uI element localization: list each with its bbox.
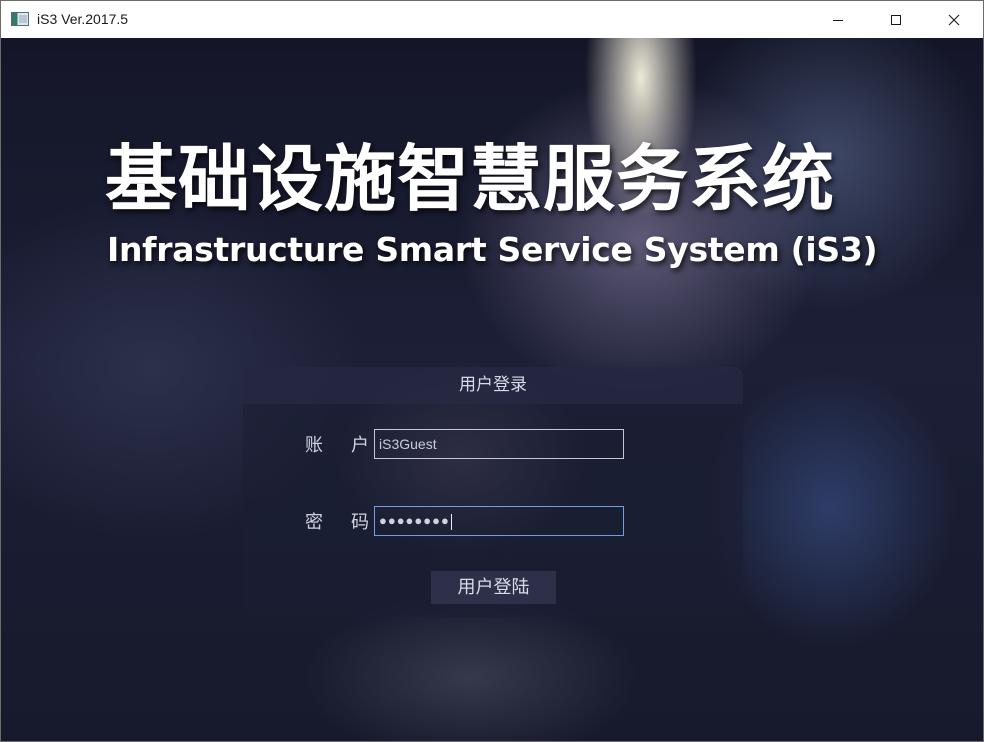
account-input-value: iS3Guest xyxy=(379,436,437,452)
app-window: iS3 Ver.2017.5 基础设施智慧服务系统 Infrastructure… xyxy=(0,0,984,742)
account-label-char-2: 户 xyxy=(351,435,369,456)
password-input[interactable]: ●●●●●●●● xyxy=(374,506,624,536)
background-tunnel-image: 基础设施智慧服务系统 Infrastructure Smart Service … xyxy=(1,38,983,741)
app-icon xyxy=(11,12,29,26)
password-label-char-2: 码 xyxy=(351,512,369,533)
login-panel-header: 用户登录 xyxy=(243,367,743,404)
text-caret xyxy=(450,513,452,530)
title-bar[interactable]: iS3 Ver.2017.5 xyxy=(1,1,983,38)
account-input[interactable]: iS3Guest xyxy=(374,429,624,459)
login-button[interactable]: 用户登陆 xyxy=(431,571,556,604)
login-panel-title: 用户登录 xyxy=(459,375,527,395)
close-button[interactable] xyxy=(925,1,983,38)
system-title-chinese: 基础设施智慧服务系统 xyxy=(105,137,836,221)
account-label-char-1: 账 xyxy=(305,435,323,456)
window-title: iS3 Ver.2017.5 xyxy=(37,11,129,27)
maximize-icon xyxy=(891,14,901,25)
minimize-icon xyxy=(833,19,843,21)
minimize-button[interactable] xyxy=(809,1,867,38)
password-label: 密 码 xyxy=(305,508,369,534)
account-label: 账 户 xyxy=(305,431,369,457)
login-panel: 用户登录 账 户 iS3Guest 密 码 ●●●●●●●● 用户登陆 xyxy=(243,367,743,617)
password-input-value: ●●●●●●●● xyxy=(379,513,450,528)
close-icon xyxy=(948,14,960,25)
password-label-char-1: 密 xyxy=(305,512,323,533)
system-title-english: Infrastructure Smart Service System (iS3… xyxy=(107,230,878,269)
maximize-button[interactable] xyxy=(867,1,925,38)
